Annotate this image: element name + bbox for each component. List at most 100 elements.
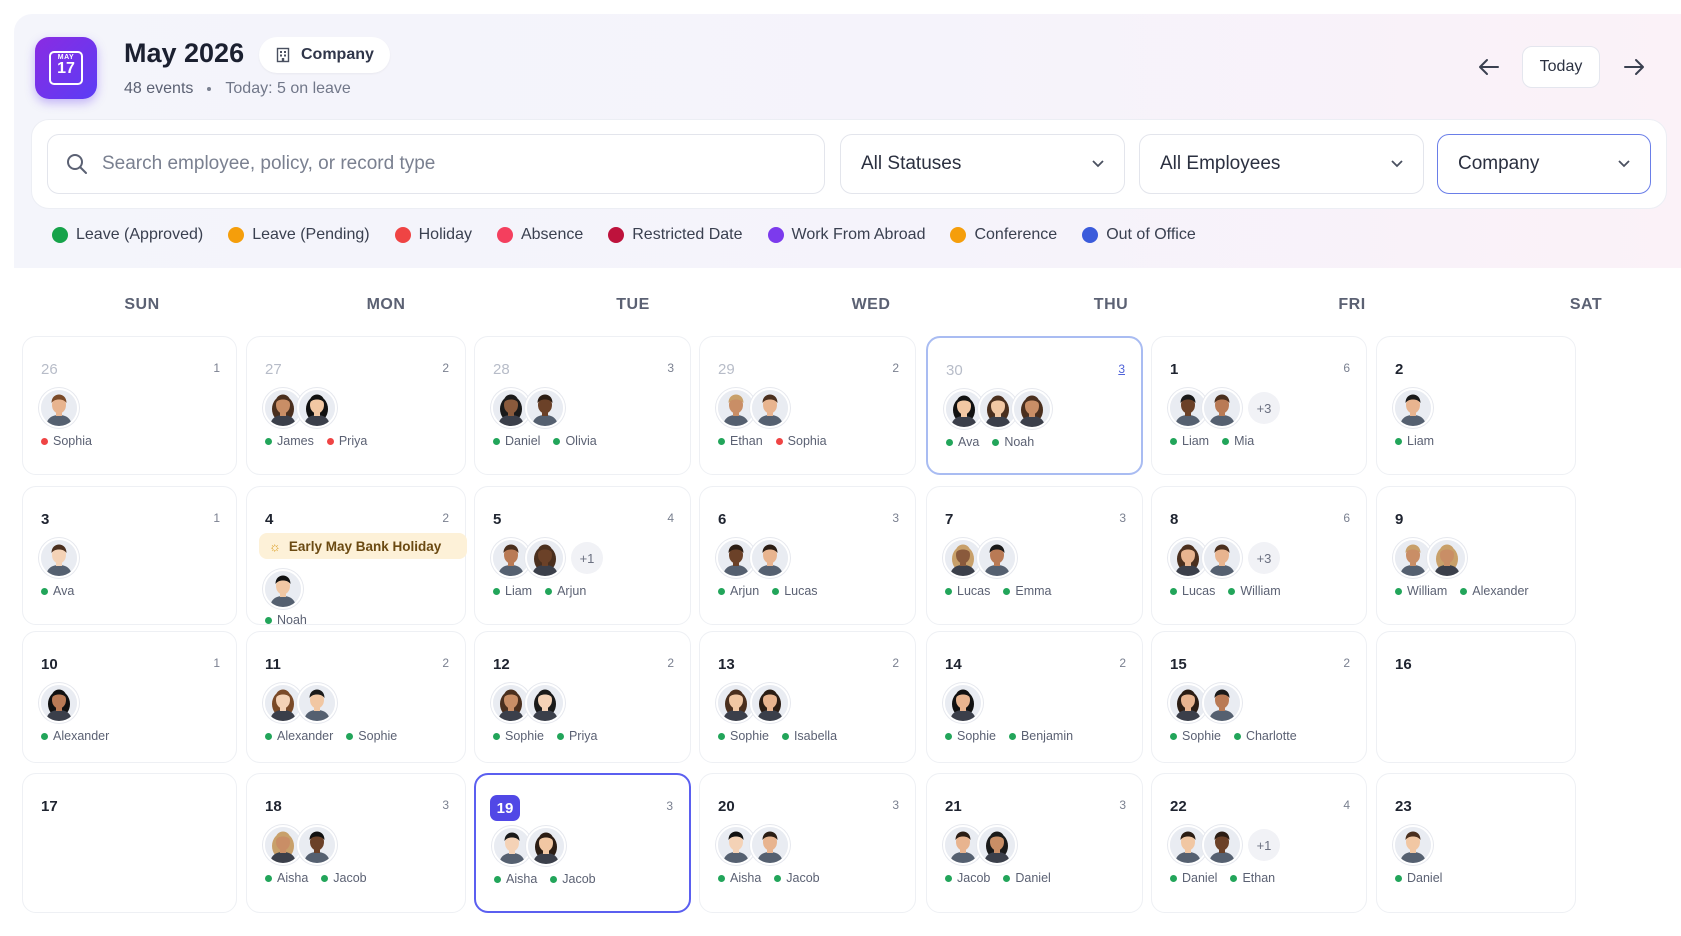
employee-name[interactable]: Sophie [493, 729, 544, 743]
employee-name[interactable]: Sophie [718, 729, 769, 743]
day-cell[interactable]: 1 6 +3 Liam Mia [1151, 336, 1367, 475]
status-select[interactable]: All Statuses [840, 134, 1125, 194]
employee-name[interactable]: Alexander [41, 729, 109, 743]
employee-name[interactable]: Aisha [265, 871, 308, 885]
day-cell[interactable]: 10 1 Alexander [22, 631, 237, 763]
avatar[interactable] [750, 538, 790, 578]
employee-name[interactable]: Jacob [774, 871, 820, 885]
avatar[interactable] [750, 683, 790, 723]
avatar[interactable] [750, 825, 790, 865]
day-cell[interactable]: 18 3 Aisha Jacob [246, 773, 466, 913]
day-cell[interactable]: 15 2 Sophie Charlotte [1151, 631, 1367, 763]
avatar[interactable] [297, 683, 337, 723]
avatar[interactable] [1012, 389, 1052, 429]
employee-name[interactable]: Noah [265, 613, 307, 627]
employee-name[interactable]: Ava [41, 584, 74, 598]
employee-name[interactable]: Arjun [545, 584, 586, 598]
day-cell[interactable]: 14 2 Sophie Benjamin [926, 631, 1143, 763]
more-people-badge[interactable]: +3 [1248, 542, 1280, 574]
avatar[interactable] [39, 683, 79, 723]
avatar[interactable] [750, 388, 790, 428]
employee-name[interactable]: Sophia [775, 434, 827, 448]
employee-name[interactable]: Noah [992, 435, 1034, 449]
employee-name[interactable]: Ethan [718, 434, 763, 448]
day-cell[interactable]: 28 3 Daniel Olivia [474, 336, 691, 475]
employee-name[interactable]: James [265, 434, 314, 448]
avatar[interactable] [1427, 538, 1467, 578]
employee-name[interactable]: Sophie [1170, 729, 1221, 743]
day-cell[interactable]: 9 William Alexander [1376, 486, 1576, 625]
day-cell[interactable]: 5 4 +1 Liam Arjun [474, 486, 691, 625]
avatar[interactable] [977, 538, 1017, 578]
employee-name[interactable]: Charlotte [1233, 729, 1297, 743]
search-input[interactable] [102, 153, 802, 175]
day-cell[interactable]: 17 [22, 773, 237, 913]
employee-name[interactable]: Liam [493, 584, 532, 598]
employee-name[interactable]: Lucas [772, 584, 818, 598]
employee-name[interactable]: Jacob [321, 871, 367, 885]
avatar[interactable] [39, 388, 79, 428]
day-cell[interactable]: 16 [1376, 631, 1576, 763]
day-cell[interactable]: 21 3 Jacob Daniel [926, 773, 1143, 913]
avatar[interactable] [525, 538, 565, 578]
scope-select[interactable]: Company [1437, 134, 1651, 194]
employee-name[interactable]: Priya [556, 729, 597, 743]
avatar[interactable] [1202, 683, 1242, 723]
today-button[interactable]: Today [1522, 46, 1600, 88]
day-cell[interactable]: 7 3 Lucas Emma [926, 486, 1143, 625]
employee-name[interactable]: Priya [326, 434, 367, 448]
avatar[interactable] [943, 683, 983, 723]
day-cell[interactable]: 20 3 Aisha Jacob [699, 773, 916, 913]
employee-name[interactable]: Alexander [265, 729, 333, 743]
previous-month-arrow-icon[interactable] [1474, 52, 1504, 82]
employee-name[interactable]: Aisha [494, 872, 537, 886]
day-cell[interactable]: 26 1 Sophia [22, 336, 237, 475]
avatar[interactable] [297, 388, 337, 428]
more-people-badge[interactable]: +1 [1248, 829, 1280, 861]
avatar[interactable] [1393, 388, 1433, 428]
avatar[interactable] [525, 683, 565, 723]
avatar[interactable] [39, 538, 79, 578]
day-cell[interactable]: 23 Daniel [1376, 773, 1576, 913]
event-count-badge[interactable]: 3 [1118, 362, 1125, 376]
employee-name[interactable]: Daniel [1395, 871, 1442, 885]
avatar[interactable] [297, 825, 337, 865]
day-cell[interactable]: 11 2 Alexander Sophie [246, 631, 466, 763]
avatar[interactable] [526, 826, 566, 866]
employee-name[interactable]: William [1395, 584, 1447, 598]
employee-name[interactable]: Liam [1395, 434, 1434, 448]
day-cell[interactable]: 2 Liam [1376, 336, 1576, 475]
employee-name[interactable]: Liam [1170, 434, 1209, 448]
avatar[interactable] [525, 388, 565, 428]
employee-name[interactable]: Olivia [553, 434, 597, 448]
day-cell[interactable]: 22 4 +1 Daniel Ethan [1151, 773, 1367, 913]
employee-name[interactable]: Ava [946, 435, 979, 449]
day-cell[interactable]: 13 2 Sophie Isabella [699, 631, 916, 763]
more-people-badge[interactable]: +1 [571, 542, 603, 574]
avatar[interactable] [977, 825, 1017, 865]
employee-name[interactable]: Lucas [945, 584, 990, 598]
search-box[interactable] [47, 134, 825, 194]
scope-chip[interactable]: Company [259, 37, 390, 73]
employee-name[interactable]: Benjamin [1008, 729, 1073, 743]
avatar[interactable] [1202, 825, 1242, 865]
next-month-arrow-icon[interactable] [1619, 52, 1649, 82]
avatar[interactable] [1202, 538, 1242, 578]
holiday-banner[interactable]: ☼ Early May Bank Holiday [259, 533, 467, 559]
day-cell[interactable]: 29 2 Ethan Sophia [699, 336, 916, 475]
day-cell[interactable]: 30 3 Ava Noah [926, 336, 1143, 475]
day-cell[interactable]: 3 1 Ava [22, 486, 237, 625]
employee-name[interactable]: Sophie [945, 729, 996, 743]
employee-name[interactable]: Daniel [493, 434, 540, 448]
day-cell[interactable]: 8 6 +3 Lucas William [1151, 486, 1367, 625]
employee-name[interactable]: Aisha [718, 871, 761, 885]
employee-select[interactable]: All Employees [1139, 134, 1424, 194]
employee-name[interactable]: Lucas [1170, 584, 1215, 598]
employee-name[interactable]: Arjun [718, 584, 759, 598]
day-cell[interactable]: 12 2 Sophie Priya [474, 631, 691, 763]
employee-name[interactable]: Emma [1003, 584, 1051, 598]
day-cell[interactable]: 19 3 Aisha Jacob [474, 773, 691, 913]
day-cell[interactable]: 6 3 Arjun Lucas [699, 486, 916, 625]
avatar[interactable] [263, 569, 303, 609]
more-people-badge[interactable]: +3 [1248, 392, 1280, 424]
